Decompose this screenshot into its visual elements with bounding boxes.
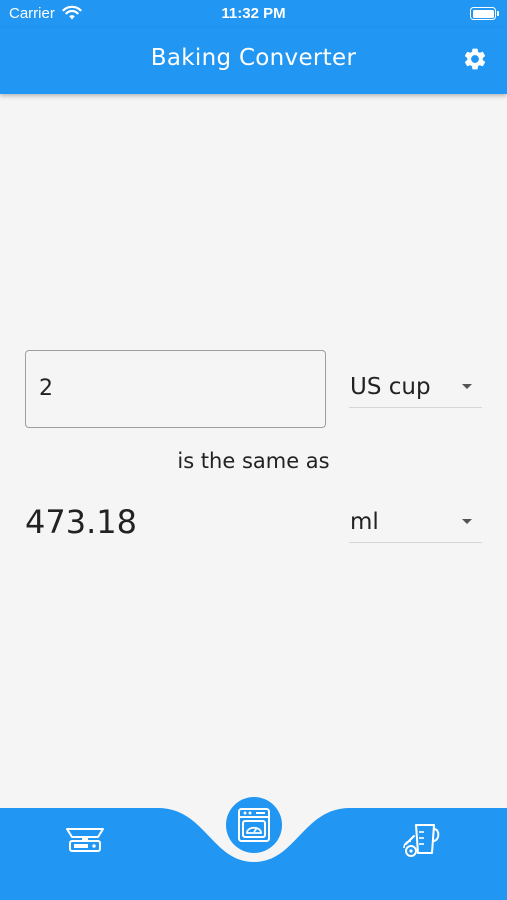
measuring-jug-icon[interactable] (402, 821, 442, 859)
battery-icon (470, 7, 499, 20)
oven-icon (238, 808, 270, 842)
chevron-down-icon (462, 519, 472, 524)
app-bar: Baking Converter (0, 28, 507, 94)
kitchen-scale-icon[interactable] (64, 824, 106, 854)
result-value: 473.18 (25, 503, 137, 541)
oven-tab[interactable] (226, 797, 282, 853)
status-bar: Carrier 11:32 PM (0, 0, 507, 28)
chevron-down-icon (462, 384, 472, 389)
clock: 11:32 PM (221, 5, 286, 22)
to-unit-dropdown[interactable]: ml (349, 503, 482, 543)
from-unit-value: US cup (350, 374, 431, 400)
gear-icon[interactable] (462, 46, 488, 72)
to-unit-value: ml (350, 509, 379, 535)
from-unit-dropdown[interactable]: US cup (349, 368, 482, 408)
amount-field[interactable] (25, 350, 326, 428)
amount-input[interactable] (39, 373, 309, 403)
connector-text: is the same as (177, 449, 330, 473)
page-title: Baking Converter (150, 45, 357, 71)
